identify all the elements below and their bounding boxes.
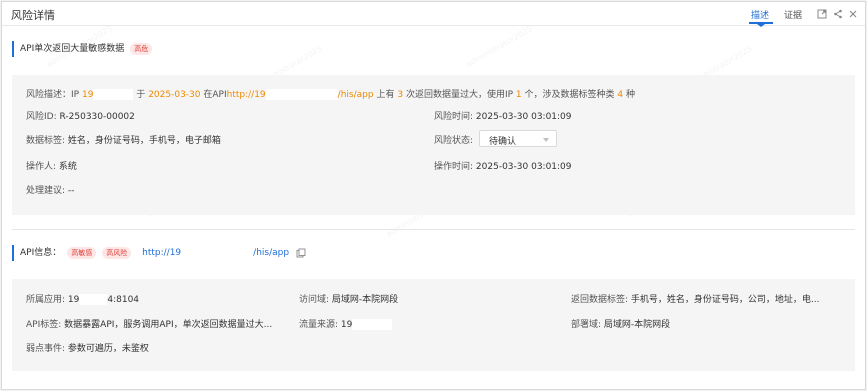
- api-url-link[interactable]: http://19/his/app: [142, 247, 290, 258]
- masked-url: [265, 89, 338, 100]
- desc-date: 2025-03-30: [148, 90, 201, 100]
- risk-status-label: 风险状态:: [434, 136, 474, 146]
- desc-count1: 3: [397, 90, 404, 100]
- desc-count3: 4: [617, 90, 624, 100]
- operator-row: 操作人: 系统: [26, 159, 77, 172]
- operator-label: 操作人:: [26, 162, 57, 172]
- return-tags-label: 返回数据标签:: [571, 295, 629, 305]
- suggestion-row: 处理建议: --: [26, 183, 74, 196]
- suggestion-label: 处理建议:: [26, 186, 66, 196]
- watermark: administrator2025: [464, 23, 534, 70]
- tab-evidence[interactable]: 证据: [784, 8, 802, 21]
- traffic-row: 流量来源: 19: [299, 317, 393, 330]
- masked-ip: [352, 319, 393, 330]
- desc-text1: 上有: [376, 90, 395, 100]
- desc-label: 风险描述：IP: [26, 90, 80, 100]
- tab-description[interactable]: 描述: [751, 8, 769, 21]
- operator-value: 系统: [58, 162, 77, 172]
- api-url-end: /his/app: [253, 248, 290, 258]
- app-label: 所属应用:: [26, 295, 66, 305]
- desc-api-prefix: 在API: [203, 90, 227, 100]
- api-tags-value: 数据暴露API，服务调用API，单次返回数据量过大...: [64, 320, 273, 330]
- risk-id-label: 风险ID:: [26, 112, 57, 122]
- desc-url-start: http://19: [226, 90, 266, 100]
- op-time-label: 操作时间:: [434, 162, 474, 172]
- api-url-start: http://19: [142, 248, 182, 258]
- return-tags-row: 返回数据标签: 手机号，姓名，身份证号码，公司，地址，电...: [571, 292, 820, 305]
- desc-count2: 1: [515, 90, 522, 100]
- deploy-value: 局域网-本院网段: [603, 320, 671, 330]
- masked-ip: [93, 89, 134, 100]
- api-info-label: API信息：: [20, 248, 62, 258]
- risk-status-select[interactable]: 待确认: [479, 130, 557, 147]
- risk-badge: 高风险: [102, 246, 132, 259]
- op-time-row: 操作时间: 2025-03-30 03:01:09: [434, 159, 572, 172]
- risk-name: API单次返回大量敏感数据: [20, 44, 125, 54]
- share-icon[interactable]: [833, 9, 843, 19]
- panel-header: 风险详情 描述 证据: [2, 2, 865, 27]
- risk-id-value: R-250330-00002: [59, 112, 135, 122]
- traffic-label: 流量来源:: [299, 320, 339, 330]
- active-tab-caret: [757, 24, 765, 27]
- desc-text4: 种: [626, 90, 636, 100]
- desc-url-end: /his/app: [337, 90, 374, 100]
- risk-time-row: 风险时间: 2025-03-30 03:01:09: [434, 109, 572, 122]
- copy-icon[interactable]: [296, 248, 306, 258]
- risk-time-label: 风险时间:: [434, 112, 474, 122]
- api-tags-row: API标签: 数据暴露API，服务调用API，单次返回数据量过大...: [26, 317, 272, 330]
- access-value: 局域网-本院网段: [331, 295, 399, 305]
- app-value-end: 4:8104: [107, 295, 140, 305]
- expand-icon[interactable]: [817, 9, 827, 19]
- app-value-start: 19: [67, 295, 80, 305]
- deploy-row: 部署域: 局域网-本院网段: [571, 317, 670, 330]
- section-divider: [12, 229, 855, 230]
- desc-text3: 个，涉及数据标签种类: [524, 90, 615, 100]
- access-row: 访问域: 局域网-本院网段: [299, 292, 398, 305]
- op-time-value: 2025-03-30 03:01:09: [475, 162, 572, 172]
- data-tags-row: 数据标签: 姓名，身份证号码，手机号，电子邮箱: [26, 133, 221, 146]
- weakness-label: 弱点事件:: [26, 344, 66, 354]
- api-section-title: API信息： 高敏感 高风险 http://19/his/app: [12, 245, 306, 261]
- api-tags-label: API标签:: [26, 320, 62, 330]
- masked-url: [181, 247, 254, 258]
- access-label: 访问域:: [299, 295, 330, 305]
- sensitivity-badge: 高敏感: [67, 246, 97, 259]
- chevron-down-icon: [543, 138, 549, 142]
- risk-status-value: 待确认: [489, 137, 517, 147]
- page-title: 风险详情: [11, 9, 55, 22]
- app-row: 所属应用: 19 4:8104: [26, 292, 139, 305]
- weakness-row: 弱点事件: 参数可遍历，未鉴权: [26, 341, 149, 354]
- data-tags-value: 姓名，身份证号码，手机号，电子邮箱: [67, 136, 221, 146]
- risk-section-title: API单次返回大量敏感数据 高危: [12, 41, 153, 57]
- risk-description: 风险描述：IP 19 于 2025-03-30 在APIhttp://19/hi…: [26, 87, 635, 100]
- risk-level-badge: 高危: [130, 42, 153, 55]
- close-icon[interactable]: [848, 9, 858, 19]
- masked-app: [79, 294, 108, 305]
- deploy-label: 部署域:: [571, 320, 602, 330]
- risk-id-row: 风险ID: R-250330-00002: [26, 109, 135, 122]
- desc-text2: 次返回数据量过大，使用IP: [405, 90, 514, 100]
- return-tags-value: 手机号，姓名，身份证号码，公司，地址，电...: [630, 295, 820, 305]
- suggestion-value: --: [67, 186, 75, 196]
- weakness-value: 参数可遍历，未鉴权: [67, 344, 149, 354]
- data-tags-label: 数据标签:: [26, 136, 66, 146]
- risk-detail-panel: administrator2025 administrator2025 admi…: [1, 1, 866, 390]
- desc-at: 于: [136, 90, 146, 100]
- desc-ip: 19: [81, 90, 94, 100]
- traffic-value: 19: [340, 320, 353, 330]
- risk-time-value: 2025-03-30 03:01:09: [475, 112, 572, 122]
